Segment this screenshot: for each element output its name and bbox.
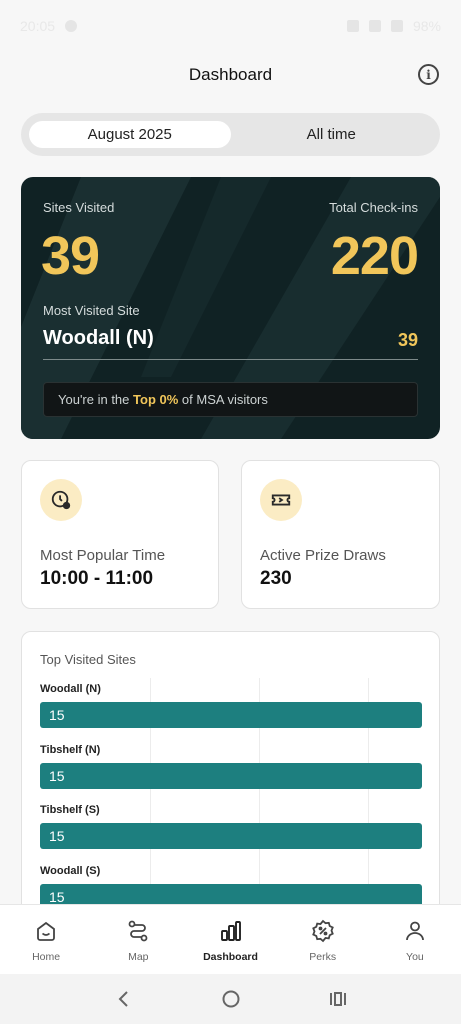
status-time: 20:05: [20, 18, 56, 34]
system-nav-bar: [0, 974, 461, 1024]
signal-icon: [390, 20, 403, 32]
back-icon[interactable]: [114, 989, 134, 1009]
checkins-value: 220: [330, 226, 419, 286]
discount-badge-icon: [311, 919, 334, 943]
rank-banner: You're in the Top 0% of MSA visitors: [43, 382, 418, 417]
nav-label: Map: [128, 951, 149, 963]
top-sites-card: Top Visited Sites Woodall (N) 15 Tibshel…: [21, 631, 440, 931]
site-bar[interactable]: 15: [40, 823, 422, 849]
nav-label: Perks: [309, 951, 337, 963]
summary-card: Sites Visited 39 Total Check-ins 220 Mos…: [21, 177, 440, 439]
bar-value: 15: [49, 828, 65, 844]
site-bar[interactable]: 15: [40, 763, 422, 789]
site-name: Woodall (N): [40, 683, 101, 695]
site-name: Woodall (S): [40, 865, 101, 877]
wifi-icon: [368, 20, 381, 32]
rank-prefix: You're in the: [58, 392, 130, 407]
bar-value: 15: [49, 889, 65, 905]
clock-icon: [40, 479, 82, 521]
header: Dashboard i: [0, 52, 461, 98]
bar-chart-icon: [220, 921, 241, 941]
bar-value: 15: [49, 768, 65, 784]
sites-visited-label: Sites Visited: [43, 200, 115, 215]
nav-label: Home: [32, 951, 61, 963]
most-visited-count: 39: [397, 330, 418, 350]
ticket-icon: [260, 479, 302, 521]
stat-value: 10:00 - 11:00: [40, 568, 154, 589]
nav-map[interactable]: Map: [92, 905, 184, 974]
bar-value: 15: [49, 707, 65, 723]
site-name: Tibshelf (N): [40, 744, 101, 756]
period-option-all-time[interactable]: All time: [231, 121, 433, 148]
route-icon: [128, 920, 148, 942]
status-bar: 20:05 98%: [0, 0, 461, 52]
nav-label: You: [406, 951, 424, 963]
stat-value: 230: [260, 568, 292, 589]
info-icon[interactable]: i: [418, 64, 439, 85]
stat-label: Most Popular Time: [40, 547, 166, 564]
checkins-label: Total Check-ins: [329, 200, 418, 215]
nav-label: Dashboard: [203, 951, 258, 963]
stat-label: Active Prize Draws: [260, 547, 386, 564]
rank-suffix: of MSA visitors: [181, 392, 268, 407]
battery-level: 98%: [412, 18, 441, 34]
page-title: Dashboard: [188, 65, 273, 84]
notification-icon: [65, 20, 78, 32]
recents-icon[interactable]: [328, 989, 348, 1009]
bottom-nav: Home Map Dashboard Perks You: [0, 904, 461, 974]
home-circle-icon[interactable]: [221, 989, 241, 1009]
divider: [43, 359, 418, 360]
sites-visited-value: 39: [41, 226, 100, 286]
site-name: Tibshelf (S): [40, 804, 100, 816]
vibrate-icon: [346, 20, 359, 32]
nav-home[interactable]: Home: [0, 905, 92, 974]
rank-highlight: Top 0%: [133, 392, 179, 407]
nav-dashboard[interactable]: Dashboard: [184, 905, 276, 974]
chart-title: Top Visited Sites: [40, 652, 136, 667]
stat-card-popular-time[interactable]: Most Popular Time 10:00 - 11:00: [21, 460, 219, 609]
user-icon: [406, 921, 424, 941]
stat-card-prize-draws[interactable]: Active Prize Draws 230: [241, 460, 440, 609]
period-toggle: August 2025 All time: [21, 113, 440, 156]
nav-perks[interactable]: Perks: [277, 905, 369, 974]
most-visited-site: Woodall (N): [43, 327, 154, 349]
period-option-month[interactable]: August 2025: [29, 121, 231, 148]
home-icon: [37, 921, 55, 941]
most-visited-label: Most Visited Site: [43, 303, 140, 318]
nav-you[interactable]: You: [369, 905, 461, 974]
site-bar[interactable]: 15: [40, 702, 422, 728]
